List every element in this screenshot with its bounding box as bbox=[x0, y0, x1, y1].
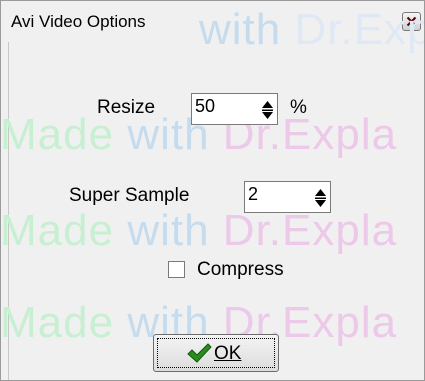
watermark-row-2: Made with Dr.Expla bbox=[0, 206, 398, 255]
avi-video-options-dialog: Avi Video Options with Dr.Expla Made wit… bbox=[0, 0, 425, 381]
compress-label[interactable]: Compress bbox=[197, 259, 284, 281]
close-button[interactable] bbox=[402, 12, 421, 31]
ok-label: OK bbox=[214, 343, 242, 364]
checkmark-icon bbox=[187, 343, 212, 363]
spinner-arrows-icon[interactable] bbox=[314, 186, 327, 210]
super-sample-label: Super Sample bbox=[69, 185, 190, 206]
spinner-arrows-icon[interactable] bbox=[261, 98, 274, 122]
close-icon bbox=[406, 16, 417, 27]
resize-spinner[interactable]: 50 bbox=[191, 93, 278, 125]
super-sample-spinner[interactable]: 2 bbox=[244, 181, 331, 213]
compress-checkbox[interactable] bbox=[168, 261, 185, 278]
dialog-title: Avi Video Options bbox=[11, 12, 146, 31]
ok-button[interactable]: OK bbox=[153, 334, 279, 372]
dialog-body: Made with Dr.Expla Made with Dr.Expla Ma… bbox=[1, 42, 424, 380]
resize-value[interactable]: 50 bbox=[195, 96, 215, 117]
title-bar[interactable]: Avi Video Options bbox=[2, 2, 423, 42]
super-sample-value[interactable]: 2 bbox=[248, 184, 258, 205]
resize-unit: % bbox=[290, 97, 307, 118]
resize-label: Resize bbox=[97, 97, 156, 118]
